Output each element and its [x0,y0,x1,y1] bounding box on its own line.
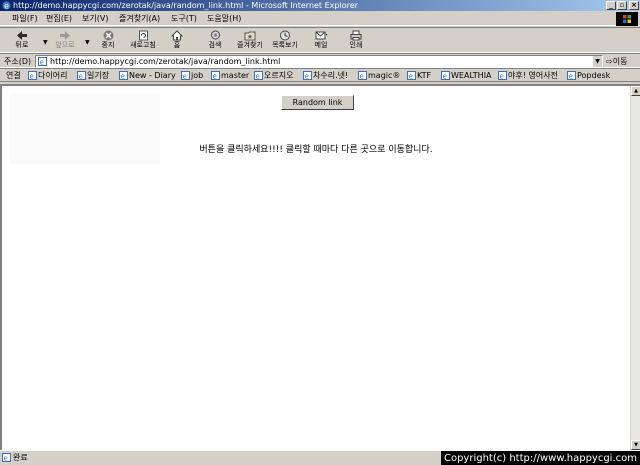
ie-icon: e [2,1,11,10]
menu-help[interactable]: 도움말(H) [207,13,241,24]
menu-file[interactable]: 파일(F) [12,13,38,24]
maximize-button[interactable]: ▫ [617,1,627,10]
links-bar: 연결 e 다이어리 e 일기장 e New - Diary e job e ma… [0,68,640,82]
status-bar: e 완료 Copyright(c) http://www.happycgi.co… [0,450,640,465]
svg-text:e: e [30,73,34,81]
page-icon: e [28,71,37,80]
links-label: 연결 [6,71,21,80]
svg-text:e: e [183,73,187,81]
instruction-message: 버튼을 클릭하세요!!!! 클릭할 때마다 다른 곳으로 이동합니다. [199,145,433,155]
address-label: 주소(D) [4,57,32,66]
favorites-folder-icon [244,31,256,41]
search-button[interactable]: 검색 [202,29,228,53]
scroll-up-icon[interactable]: ▲ [631,86,640,96]
close-button[interactable]: × [629,1,639,10]
favorites-button[interactable]: 즐겨찾기 [232,29,268,53]
title-bar: e http://demo.happycgi.com/zerotak/java/… [0,0,640,11]
back-dropdown-icon[interactable]: ▼ [43,39,48,46]
home-icon [171,30,183,41]
page-icon: e [38,57,47,66]
page-icon: e [498,71,507,80]
scroll-down-icon[interactable]: ▼ [631,440,640,450]
windows-flag-icon [623,15,631,23]
printer-icon [350,30,362,41]
forward-button[interactable]: 앞으로 [50,29,80,53]
svg-text:e: e [305,73,309,81]
menu-edit[interactable]: 편집(E) [46,13,72,24]
address-dropdown-icon[interactable]: ▼ [592,56,602,67]
refresh-button[interactable]: 새로고침 [124,29,162,53]
page-icon: e [119,71,128,80]
page-icon: e [358,71,367,80]
mail-button[interactable]: 메일 [310,29,332,53]
page-icon: e [181,71,190,80]
search-icon [210,30,220,40]
page-icon: e [407,71,416,80]
status-text: 완료 [13,453,28,462]
page-icon: e [77,71,86,80]
random-link-button[interactable]: Random link [281,95,354,110]
menu-bar: 파일(F) 편집(E) 보기(V) 즐겨찾기(A) 도구(T) 도움말(H) [0,11,640,26]
svg-text:e: e [409,73,413,81]
history-button[interactable]: 목록보기 [268,29,302,53]
address-input[interactable]: e http://demo.happycgi.com/zerotak/java/… [35,55,603,68]
svg-text:e: e [443,73,447,81]
page-done-icon: e [2,453,11,462]
menu-favorites[interactable]: 즐겨찾기(A) [119,13,160,24]
refresh-icon [138,30,148,41]
window-title: http://demo.happycgi.com/zerotak/java/ra… [13,1,358,10]
svg-text:e: e [4,2,9,11]
standard-toolbar: 뒤로 ▼ 앞으로 ▼ 중지 새로고침 홈 검색 즐겨찾기 목록보기 메일 인쇄 [0,27,640,53]
svg-text:e: e [360,73,364,81]
svg-text:e: e [569,73,573,81]
back-button[interactable]: 뒤로 [8,29,36,53]
svg-text:e: e [4,455,8,463]
address-bar: 주소(D) e http://demo.happycgi.com/zerotak… [0,53,640,68]
svg-text:e: e [121,73,125,81]
page-viewport: Random link 버튼을 클릭하세요!!!! 클릭할 때마다 다른 곳으로… [0,84,640,450]
page-icon: e [567,71,576,80]
page-icon: e [211,71,220,80]
stop-icon [103,30,113,41]
svg-text:e: e [256,73,260,81]
history-icon [280,30,290,41]
go-arrow-icon: ⇨ [606,57,613,66]
minimize-button[interactable]: _ [606,1,616,10]
menu-view[interactable]: 보기(V) [82,13,108,24]
forward-dropdown-icon[interactable]: ▼ [85,39,90,46]
print-button[interactable]: 인쇄 [344,29,368,53]
svg-text:e: e [213,73,217,81]
go-button[interactable]: ⇨이동 [606,55,627,68]
page-icon: e [441,71,450,80]
go-label: 이동 [612,57,628,66]
svg-text:e: e [40,59,44,67]
address-url: http://demo.happycgi.com/zerotak/java/ra… [50,57,281,66]
mail-icon [315,31,327,40]
vertical-scrollbar[interactable]: ▲ ▼ [630,86,640,450]
stop-button[interactable]: 중지 [96,29,120,53]
forward-arrow-icon [60,31,70,40]
svg-text:e: e [500,73,504,81]
copyright-watermark: Copyright(c) http://www.happycgi.com [440,451,640,465]
home-button[interactable]: 홈 [166,29,188,53]
page-icon: e [303,71,312,80]
menu-tools[interactable]: 도구(T) [171,13,197,24]
back-arrow-icon [17,31,27,40]
page-icon: e [254,71,263,80]
windows-logo [616,12,638,26]
svg-text:e: e [79,73,83,81]
